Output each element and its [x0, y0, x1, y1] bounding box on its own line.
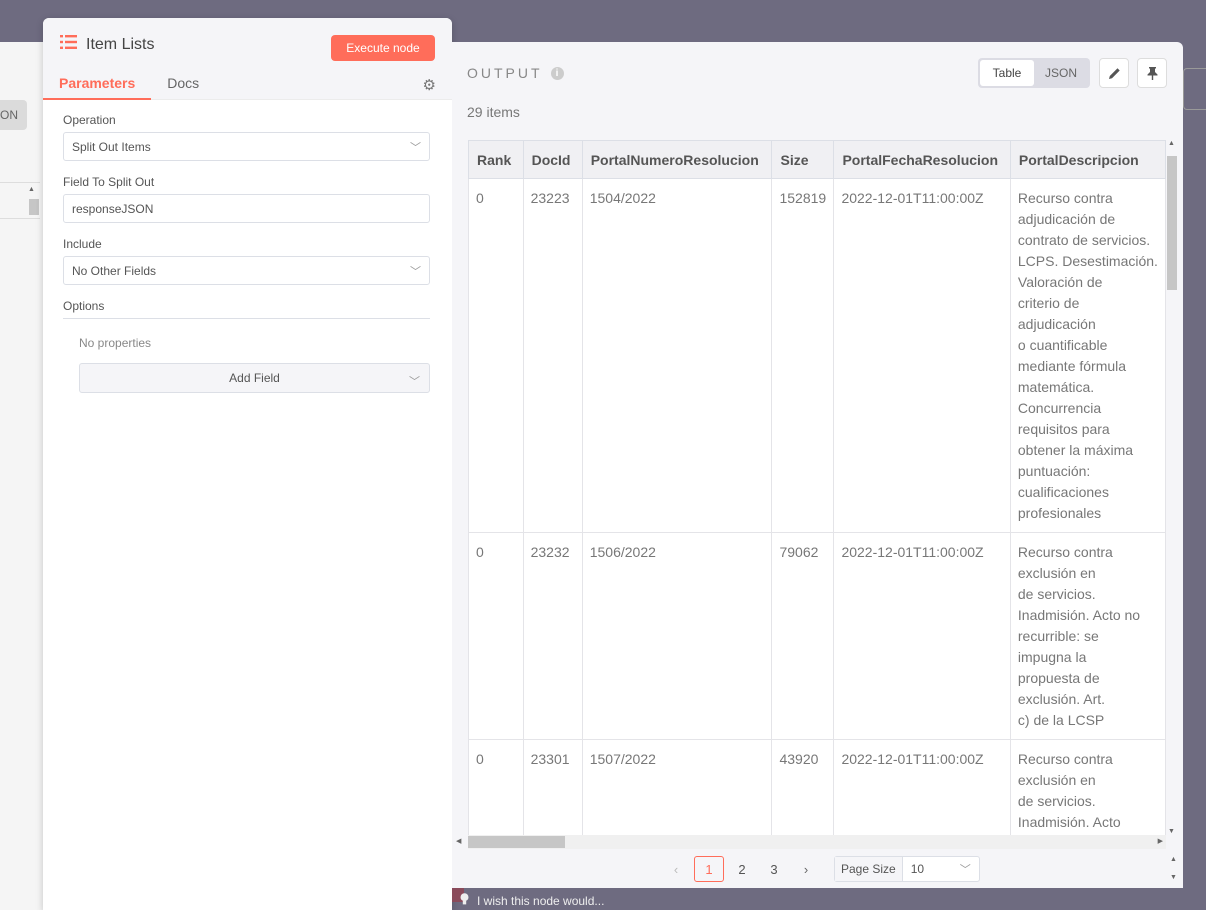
pin-icon[interactable]: [1137, 58, 1167, 88]
table-cell: 1506/2022: [581, 532, 773, 740]
column-header: PortalNumeroResolucion: [581, 140, 773, 179]
divider: [0, 218, 40, 219]
table-cell: 43920: [771, 739, 835, 835]
table-cell: 0: [468, 178, 524, 533]
scroll-up-arrow-icon[interactable]: ▲: [1170, 856, 1177, 863]
column-header: Rank: [468, 140, 524, 179]
pagination: ‹ 1 2 3 › Page Size 10 ﹀: [662, 856, 980, 882]
chevron-down-icon: ﹀: [410, 141, 421, 154]
table-row: 0 23301 1507/2022 43920 2022-12-01T11:00…: [468, 739, 1166, 835]
feedback-prompt[interactable]: I wish this node would...: [460, 893, 604, 908]
node-title-text: Item Lists: [86, 35, 155, 53]
page-button-3[interactable]: 3: [760, 856, 788, 882]
operation-value: Split Out Items: [72, 139, 151, 154]
output-table: Rank DocId PortalNumeroResolucion Size P…: [468, 140, 1166, 835]
include-value: No Other Fields: [72, 263, 157, 278]
lightbulb-icon: [460, 893, 469, 908]
column-header: PortalDescripcion: [1009, 140, 1166, 179]
include-label: Include: [63, 237, 102, 251]
node-tabs: Parameters Docs: [43, 72, 215, 100]
table-cell: 0: [468, 532, 524, 740]
table-row: 0 23232 1506/2022 79062 2022-12-01T11:00…: [468, 532, 1166, 740]
prev-page-icon[interactable]: ‹: [662, 862, 690, 877]
add-field-button[interactable]: Add Field ﹀: [79, 363, 430, 393]
options-label: Options: [63, 299, 430, 319]
table-cell: 2022-12-01T11:00:00Z: [833, 532, 1011, 740]
field-to-split-input[interactable]: responseJSON: [63, 194, 430, 223]
chevron-down-icon: ﹀: [959, 864, 971, 876]
table-cell: 23232: [522, 532, 583, 740]
table-cell: 0: [468, 739, 524, 835]
table-row: 0 23223 1504/2022 152819 2022-12-01T11:0…: [468, 178, 1166, 533]
table-cell: 2022-12-01T11:00:00Z: [833, 178, 1011, 533]
table-cell: 23223: [522, 178, 583, 533]
node-header: Item Lists Execute node Parameters Docs …: [43, 18, 452, 100]
parameters-form: Operation Split Out Items ﹀ Field To Spl…: [43, 113, 452, 393]
edit-icon[interactable]: [1099, 58, 1129, 88]
page-size-label: Page Size: [835, 857, 903, 881]
json-view-button[interactable]: JSON: [0, 100, 27, 130]
table-cell: 1507/2022: [581, 739, 773, 835]
page-size-value: 10: [910, 862, 925, 876]
horizontal-scrollbar[interactable]: ◀ ▶: [456, 835, 1166, 849]
table-cell: 79062: [771, 532, 835, 740]
next-page-icon[interactable]: ›: [792, 862, 820, 877]
vertical-scrollbar-thumb[interactable]: [1167, 156, 1177, 290]
page-button-2[interactable]: 2: [728, 856, 756, 882]
scroll-up-arrow-icon[interactable]: ▲: [1168, 140, 1175, 147]
output-title: OUTPUT i: [467, 65, 564, 81]
execute-node-button[interactable]: Execute node: [331, 35, 435, 61]
tab-docs[interactable]: Docs: [151, 72, 215, 100]
gear-icon[interactable]: ⚙: [423, 76, 436, 94]
items-count: 29 items: [467, 104, 520, 120]
table-cell: Recurso contra exclusión en de servicios…: [1009, 532, 1166, 740]
output-title-text: OUTPUT: [467, 65, 543, 81]
view-toggle: Table JSON: [978, 58, 1090, 88]
page-button-1[interactable]: 1: [694, 856, 724, 882]
divider: [0, 182, 40, 183]
scroll-down-arrow-icon[interactable]: ▼: [1168, 828, 1175, 835]
horizontal-scrollbar-thumb[interactable]: [468, 836, 565, 848]
chevron-down-icon: ﹀: [410, 265, 421, 278]
table-cell: 23301: [522, 739, 583, 835]
column-header: Size: [771, 140, 835, 179]
table-cell: Recurso contra adjudicación de contrato …: [1009, 178, 1166, 533]
field-to-split-value: responseJSON: [72, 201, 154, 216]
list-icon: [60, 35, 78, 54]
vertical-scrollbar-thumb[interactable]: [29, 199, 39, 215]
page-size-select[interactable]: Page Size 10 ﹀: [834, 856, 980, 882]
node-title: Item Lists: [60, 35, 154, 54]
output-panel: OUTPUT i Table JSON 29 items Rank DocId …: [452, 42, 1183, 888]
column-header: DocId: [522, 140, 583, 179]
scroll-up-arrow-icon[interactable]: ▲: [28, 186, 35, 193]
include-select[interactable]: No Other Fields ﹀: [63, 256, 430, 285]
table-view-button[interactable]: Table: [980, 60, 1034, 86]
json-label: JSON: [0, 108, 19, 122]
page-size-value-wrap: 10 ﹀: [903, 857, 979, 881]
scroll-right-arrow-icon[interactable]: ▶: [1158, 835, 1163, 849]
table-cell: 1504/2022: [581, 178, 773, 533]
json-view-button[interactable]: JSON: [1034, 60, 1088, 86]
tab-parameters[interactable]: Parameters: [43, 72, 152, 100]
field-to-split-label: Field To Split Out: [63, 175, 155, 189]
scroll-left-arrow-icon[interactable]: ◀: [456, 835, 461, 849]
column-header: PortalFechaResolucion: [833, 140, 1011, 179]
no-properties-text: No properties: [79, 336, 152, 350]
info-icon[interactable]: i: [550, 66, 564, 80]
node-settings-panel: Item Lists Execute node Parameters Docs …: [43, 18, 452, 910]
table-cell: 2022-12-01T11:00:00Z: [833, 739, 1011, 835]
canvas-node-edge: [1183, 68, 1206, 110]
operation-label: Operation: [63, 113, 116, 127]
input-panel: JSON ▲ ▼: [0, 42, 44, 910]
add-field-label: Add Field: [229, 371, 280, 385]
table-header-row: Rank DocId PortalNumeroResolucion Size P…: [468, 140, 1166, 179]
table-cell: 152819: [771, 178, 835, 533]
operation-select[interactable]: Split Out Items ﹀: [63, 132, 430, 161]
table-cell: Recurso contra exclusión en de servicios…: [1009, 739, 1166, 835]
feedback-text: I wish this node would...: [477, 893, 605, 908]
chevron-down-icon: ﹀: [409, 376, 420, 388]
vertical-scrollbar[interactable]: ▲ ▼: [1166, 140, 1178, 835]
output-table-container: Rank DocId PortalNumeroResolucion Size P…: [468, 140, 1166, 835]
scroll-down-arrow-icon[interactable]: ▼: [1170, 874, 1177, 881]
